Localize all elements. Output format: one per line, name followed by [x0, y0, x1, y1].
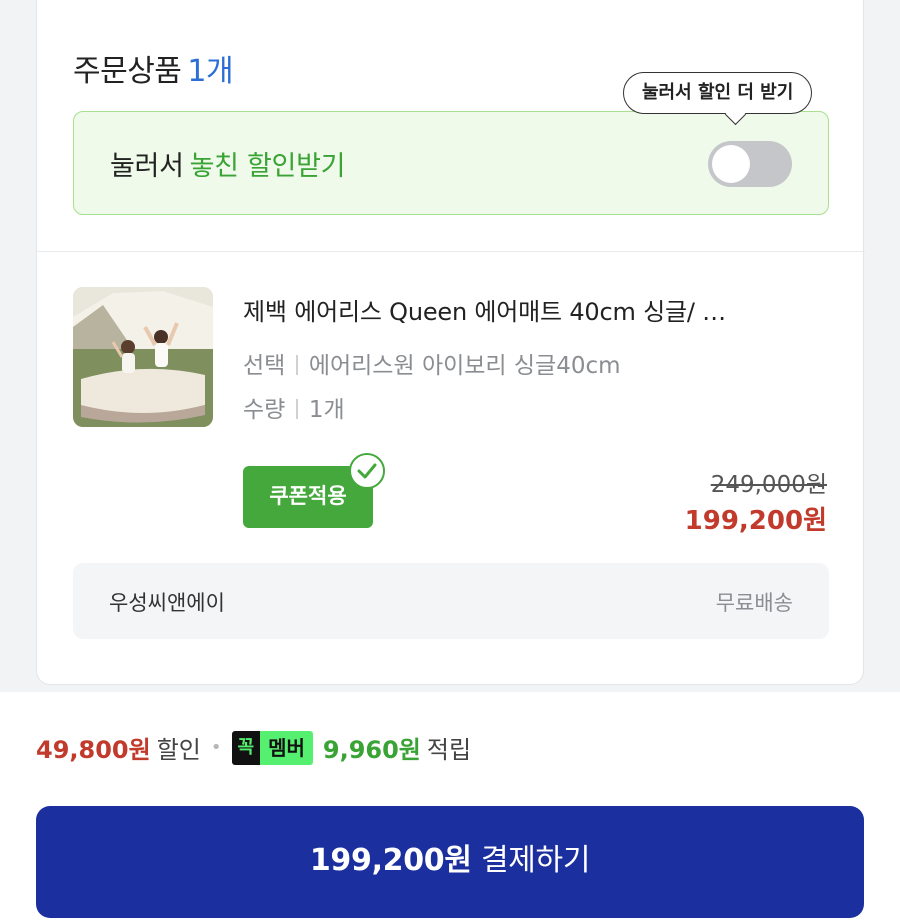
- discount-toggle-switch[interactable]: [708, 141, 792, 187]
- option-value: 에어리스원 아이보리 싱글40cm: [308, 353, 621, 379]
- discount-amount: 49,800원: [36, 736, 151, 764]
- points-amount: 9,960원: [322, 736, 421, 764]
- option-separator: [296, 355, 298, 375]
- option-label: 선택: [243, 353, 286, 379]
- discount-label-prefix: 눌러서: [110, 151, 184, 182]
- discount-label-accent: 놓친 할인받기: [189, 151, 346, 182]
- product-name[interactable]: 제백 에어리스 Queen 에어매트 40cm 싱글/ …: [243, 292, 813, 327]
- benefit-summary: 49,800원 할인 • 꼭 멤버 9,960원 적립: [36, 730, 471, 765]
- original-price: 249,000원: [710, 472, 827, 498]
- order-card: 주문상품 1개 눌러서 놓친 할인받기 눌러서 할인 더 받기 제백 에어리스 …: [36, 0, 865, 685]
- points-suffix: 적립: [426, 736, 472, 764]
- toggle-knob: [712, 145, 750, 183]
- section-divider: [37, 251, 865, 252]
- sale-price: 199,200원: [684, 506, 827, 536]
- pay-amount: 199,200원: [309, 843, 472, 878]
- order-title: 주문상품 1개: [73, 46, 234, 90]
- discount-tooltip: 눌러서 할인 더 받기: [623, 72, 813, 114]
- checkout-bar: 49,800원 할인 • 꼭 멤버 9,960원 적립 199,200원 결제하…: [0, 692, 900, 921]
- option-row: 선택 에어리스원 아이보리 싱글40cm: [243, 346, 621, 380]
- quantity-value: 1개: [308, 397, 345, 423]
- member-badge-logo: 꼭: [231, 730, 261, 765]
- discount-suffix: 할인: [156, 736, 201, 764]
- seller-name: 우성씨앤에이: [109, 591, 225, 615]
- order-count: 1개: [187, 54, 234, 89]
- check-icon: [349, 453, 385, 489]
- seller-box: 우성씨앤에이 무료배송: [73, 563, 829, 639]
- product-thumbnail[interactable]: [73, 287, 213, 427]
- separator-dot: •: [210, 737, 222, 758]
- shipping-info: 무료배송: [715, 591, 793, 615]
- order-title-label: 주문상품: [73, 54, 182, 89]
- missed-discount-box: 눌러서 놓친 할인받기: [73, 111, 829, 215]
- missed-discount-label: 눌러서 놓친 할인받기: [110, 144, 345, 183]
- quantity-row: 수량 1개: [243, 390, 345, 424]
- pay-button[interactable]: 199,200원 결제하기: [36, 806, 864, 918]
- pay-label: 결제하기: [480, 843, 591, 878]
- quantity-label: 수량: [243, 397, 286, 423]
- member-badge: 꼭 멤버: [231, 730, 313, 765]
- quantity-separator: [296, 399, 298, 419]
- member-badge-label: 멤버: [260, 730, 313, 765]
